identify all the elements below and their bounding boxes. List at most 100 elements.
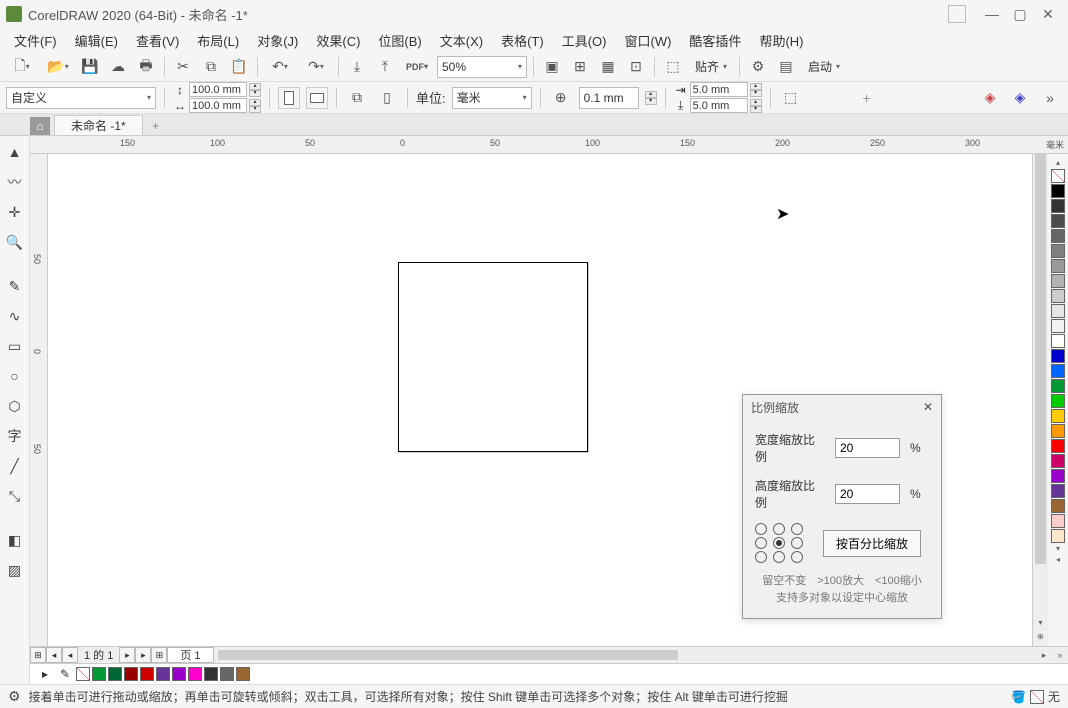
height-scale-input[interactable] <box>835 484 900 504</box>
document-tab[interactable]: 未命名 -1* <box>54 115 143 135</box>
palette-menu-icon[interactable]: ▸ <box>36 665 54 683</box>
paste-button[interactable]: 📋 <box>227 55 251 79</box>
import-button[interactable]: ⤓ <box>345 55 369 79</box>
pdf-button[interactable]: PDF▾ <box>401 55 433 79</box>
add-button[interactable]: + <box>855 86 879 110</box>
zoom-tool[interactable]: 🔍 <box>3 230 27 254</box>
doc-color-swatch[interactable] <box>108 667 122 681</box>
menu-effects[interactable]: 效果(C) <box>308 29 368 52</box>
horizontal-ruler[interactable]: 150 100 50 0 50 100 150 200 250 300 毫米 <box>30 136 1068 154</box>
color-swatch[interactable] <box>1051 514 1065 528</box>
page-prev2-button[interactable]: ◂ <box>62 647 78 663</box>
vertical-ruler[interactable]: 50 0 50 <box>30 154 48 646</box>
ellipse-tool[interactable]: ○ <box>3 364 27 388</box>
scroll-menu-icon[interactable]: » <box>1052 650 1068 660</box>
artistic-tool[interactable]: ∿ <box>3 304 27 328</box>
transparency-tool[interactable]: ▨ <box>3 558 27 582</box>
settings-icon[interactable]: ⚙ <box>8 688 21 705</box>
text-tool[interactable]: 字 <box>3 424 27 448</box>
width-spinner[interactable]: ▴▾ <box>249 83 261 97</box>
eyedropper-icon[interactable]: ✎ <box>56 665 74 683</box>
page-add-button[interactable]: ⊞ <box>151 647 167 663</box>
height-spinner[interactable]: ▴▾ <box>249 99 261 113</box>
doc-color-swatch[interactable] <box>140 667 154 681</box>
doc-color-swatch[interactable] <box>188 667 202 681</box>
doc-color-swatch[interactable] <box>204 667 218 681</box>
home-tab-icon[interactable]: ⌂ <box>30 117 50 135</box>
palette-expand-icon[interactable]: ◂ <box>1056 555 1060 565</box>
color-swatch[interactable] <box>1051 379 1065 393</box>
anchor-grid[interactable] <box>755 523 807 563</box>
color-swatch[interactable] <box>1051 259 1065 273</box>
snap-dropdown[interactable]: 贴齐▾ <box>689 55 733 79</box>
snap-icon[interactable]: ⬚ <box>661 55 685 79</box>
horizontal-scrollbar[interactable] <box>218 648 1032 662</box>
nudge-spinner[interactable]: ▴▾ <box>645 91 657 105</box>
tag-blue-icon[interactable]: ◈ <box>1008 86 1032 110</box>
dup-x-input[interactable]: 5.0 mm <box>690 82 748 97</box>
doc-color-swatch[interactable] <box>172 667 186 681</box>
rectangle-shape[interactable] <box>398 262 588 452</box>
rulers-button[interactable]: ⊞ <box>568 55 592 79</box>
color-swatch[interactable] <box>1051 469 1065 483</box>
grid-button[interactable]: ▦ <box>596 55 620 79</box>
rectangle-tool[interactable]: ▭ <box>3 334 27 358</box>
color-swatch[interactable] <box>1051 484 1065 498</box>
color-swatch[interactable] <box>1051 274 1065 288</box>
page-width-input[interactable]: 100.0 mm <box>189 82 247 97</box>
export-button[interactable]: ⤒ <box>373 55 397 79</box>
no-color-swatch[interactable] <box>76 667 90 681</box>
add-tab-button[interactable]: + <box>147 117 165 135</box>
menu-bitmap[interactable]: 位图(B) <box>370 29 429 52</box>
page-next2-button[interactable]: ▸ <box>135 647 151 663</box>
color-swatch[interactable] <box>1051 244 1065 258</box>
bleed-button[interactable]: ⬚ <box>779 86 803 110</box>
tag-red-icon[interactable]: ◈ <box>978 86 1002 110</box>
new-button[interactable]: 🗋▾ <box>6 55 38 79</box>
doc-color-swatch[interactable] <box>124 667 138 681</box>
color-swatch[interactable] <box>1051 439 1065 453</box>
palette-down-icon[interactable]: ▾ <box>1056 544 1060 554</box>
account-icon[interactable] <box>948 5 966 23</box>
color-swatch[interactable] <box>1051 364 1065 378</box>
menu-text[interactable]: 文本(X) <box>432 29 491 52</box>
doc-color-swatch[interactable] <box>156 667 170 681</box>
color-swatch[interactable] <box>1051 394 1065 408</box>
color-swatch[interactable] <box>1051 199 1065 213</box>
print-button[interactable]: 🖶 <box>134 55 158 79</box>
color-swatch[interactable] <box>1051 229 1065 243</box>
menu-table[interactable]: 表格(T) <box>493 29 552 52</box>
color-swatch[interactable] <box>1051 529 1065 543</box>
crop-tool[interactable]: ✛ <box>3 200 27 224</box>
page-next-button[interactable]: ▸ <box>119 647 135 663</box>
dup-y-input[interactable]: 5.0 mm <box>690 98 748 113</box>
width-scale-input[interactable] <box>835 438 900 458</box>
shape-tool[interactable]: 〰 <box>3 170 27 194</box>
pick-tool[interactable]: ▲ <box>3 140 27 164</box>
zoom-select[interactable]: 50%▾ <box>437 56 527 78</box>
color-swatch[interactable] <box>1051 289 1065 303</box>
color-swatch[interactable] <box>1051 214 1065 228</box>
scale-button[interactable]: 按百分比缩放 <box>823 530 921 557</box>
menu-edit[interactable]: 编辑(E) <box>67 29 126 52</box>
layout-button[interactable]: ▤ <box>774 55 798 79</box>
fullscreen-button[interactable]: ▣ <box>540 55 564 79</box>
page-first-button[interactable]: ⊞ <box>30 647 46 663</box>
color-swatch[interactable] <box>1051 409 1065 423</box>
minimize-button[interactable]: — <box>978 4 1006 24</box>
palette-up-icon[interactable]: ▴ <box>1056 158 1060 168</box>
portrait-button[interactable] <box>278 87 300 109</box>
nudge-input[interactable]: 0.1 mm <box>579 87 639 109</box>
launch-dropdown[interactable]: 启动▾ <box>802 55 846 79</box>
freehand-tool[interactable]: ✎ <box>3 274 27 298</box>
options-button[interactable]: ⚙ <box>746 55 770 79</box>
menu-object[interactable]: 对象(J) <box>249 29 306 52</box>
guides-button[interactable]: ⊡ <box>624 55 648 79</box>
page-preset-select[interactable]: 自定义▾ <box>6 87 156 109</box>
cut-button[interactable]: ✂ <box>171 55 195 79</box>
open-button[interactable]: 📂▾ <box>42 55 74 79</box>
color-swatch[interactable] <box>1051 184 1065 198</box>
close-button[interactable]: ✕ <box>1034 4 1062 24</box>
doc-color-swatch[interactable] <box>236 667 250 681</box>
color-swatch[interactable] <box>1051 499 1065 513</box>
